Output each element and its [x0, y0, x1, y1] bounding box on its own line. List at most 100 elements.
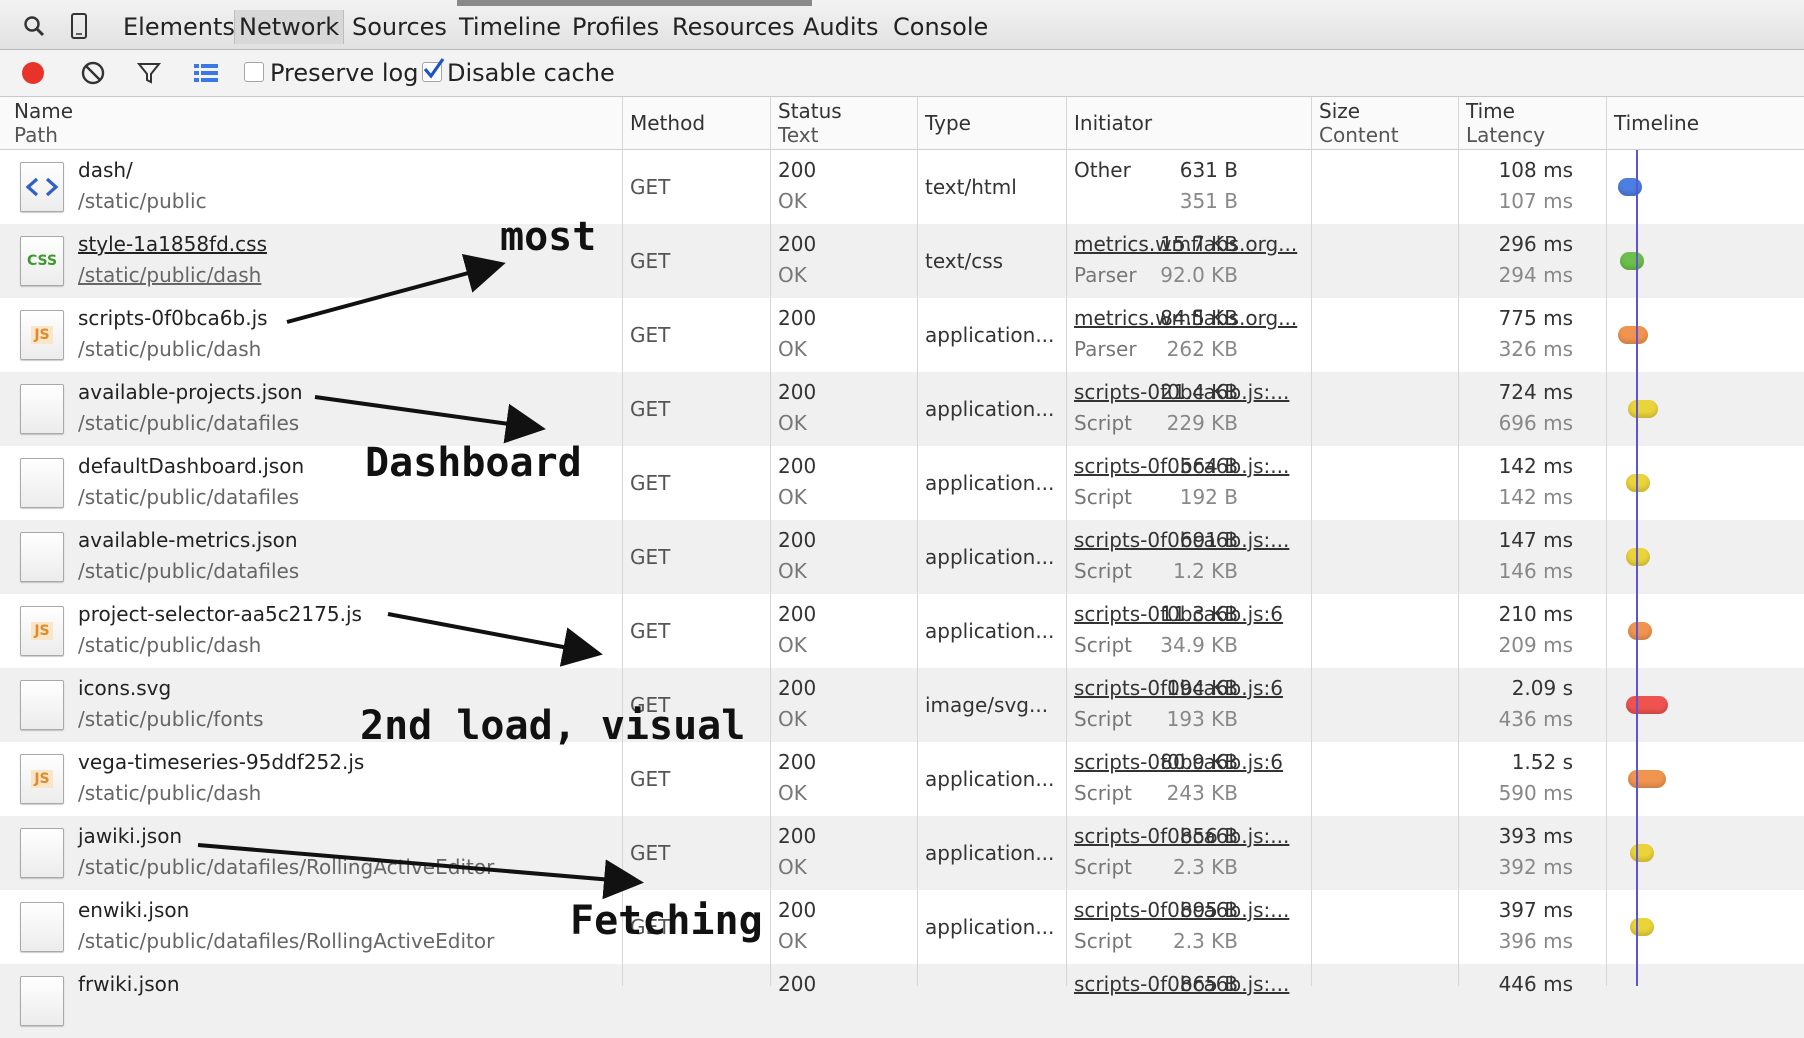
table-row[interactable]: icons.svg/static/public/fonts GET 200 OK ima… [0, 668, 1804, 742]
table-row[interactable]: dash/ /static/public GET 200 OK text/html Othe… [0, 150, 1804, 224]
column-divider[interactable] [1311, 97, 1312, 986]
request-latency: 326 ms [1498, 337, 1573, 361]
request-status-text: OK [778, 781, 807, 805]
table-row[interactable]: JS scripts-0f0bca6b.js/static/public/dash… [0, 298, 1804, 372]
table-row[interactable]: CSS style-1a1858fd.css/static/public/dash… [0, 224, 1804, 298]
record-button[interactable] [18, 58, 48, 88]
request-content-size: 34.9 KB [1160, 633, 1238, 657]
column-header-status[interactable]: Status Text [770, 97, 917, 150]
request-name[interactable]: available-metrics.json [78, 528, 298, 552]
timeline-bar[interactable] [1626, 696, 1668, 714]
search-icon[interactable] [20, 12, 48, 40]
table-row[interactable]: defaultDashboard.json/static/public/data… [0, 446, 1804, 520]
timeline-bar[interactable] [1628, 622, 1652, 640]
table-row[interactable]: JS vega-timeseries-95ddf252.js/static/pub… [0, 742, 1804, 816]
request-status-text: OK [778, 411, 807, 435]
request-latency: 696 ms [1498, 411, 1573, 435]
table-row[interactable]: JS project-selector-aa5c2175.js/static/pu… [0, 594, 1804, 668]
annotation-most: most [500, 214, 597, 260]
column-divider[interactable] [770, 97, 771, 986]
column-header-type[interactable]: Type [917, 97, 1066, 150]
request-latency: 146 ms [1498, 559, 1573, 583]
request-status-text: OK [778, 263, 807, 287]
request-initiator-type: Script [1074, 485, 1133, 509]
request-name[interactable]: project-selector-aa5c2175.js [78, 602, 362, 626]
request-path: /static/public/dash [78, 263, 262, 287]
blank-file-icon [20, 976, 64, 1026]
request-latency: 392 ms [1498, 855, 1573, 879]
tab-timeline[interactable]: Timeline [455, 10, 565, 44]
column-divider[interactable] [1606, 97, 1607, 986]
request-name[interactable]: jawiki.json [78, 824, 182, 848]
table-row[interactable]: available-metrics.json/static/public/dat… [0, 520, 1804, 594]
timeline-bar[interactable] [1626, 548, 1650, 566]
tab-profiles[interactable]: Profiles [568, 10, 663, 44]
column-divider[interactable] [1066, 97, 1067, 986]
request-size: 865 B [1179, 972, 1238, 996]
preserve-log-checkbox[interactable] [244, 62, 264, 82]
disable-cache-checkbox[interactable] [422, 58, 445, 82]
timeline-bar[interactable] [1626, 474, 1650, 492]
timeline-bar[interactable] [1630, 844, 1654, 862]
column-header-name[interactable]: Name Path [6, 97, 623, 150]
header-initiator-label: Initiator [1074, 111, 1153, 135]
request-name[interactable]: icons.svg [78, 676, 171, 700]
tab-resources[interactable]: Resources [668, 10, 799, 44]
device-mode-icon[interactable] [65, 12, 93, 40]
request-name[interactable]: frwiki.json [78, 972, 180, 996]
tab-elements[interactable]: Elements [119, 10, 239, 44]
tab-console[interactable]: Console [889, 10, 992, 44]
column-divider[interactable] [622, 97, 623, 986]
timeline-bar[interactable] [1618, 178, 1642, 196]
request-status-code: 200 [778, 454, 817, 478]
request-time: 397 ms [1498, 898, 1573, 922]
request-name[interactable]: vega-timeseries-95ddf252.js [78, 750, 364, 774]
timeline-bar[interactable] [1618, 326, 1648, 344]
table-row[interactable]: frwiki.json 200 scripts-0f0bca6b.js:... 865… [0, 964, 1804, 1038]
request-latency: 209 ms [1498, 633, 1573, 657]
column-divider[interactable] [917, 97, 918, 986]
js-file-icon: JS [20, 754, 64, 804]
tab-network[interactable]: Network [234, 10, 345, 44]
request-method: GET [630, 545, 671, 569]
column-header-time[interactable]: Time Latency [1458, 97, 1606, 150]
request-name[interactable]: available-projects.json [78, 380, 303, 404]
request-size: 15.7 KB [1160, 232, 1238, 256]
blank-file-icon [20, 902, 64, 952]
request-name[interactable]: defaultDashboard.json [78, 454, 304, 478]
column-header-size[interactable]: Size Content [1311, 97, 1458, 150]
timeline-bar[interactable] [1628, 770, 1666, 788]
request-name[interactable]: dash/ [78, 158, 133, 182]
request-status-text: OK [778, 337, 807, 361]
request-type: application... [925, 619, 1055, 643]
clear-icon[interactable] [78, 58, 108, 88]
header-timeline-label: Timeline [1614, 111, 1700, 135]
timeline-bar[interactable] [1628, 400, 1658, 418]
tab-sources[interactable]: Sources [348, 10, 451, 44]
column-header-timeline[interactable]: Timeline [1606, 97, 1804, 150]
column-header-method[interactable]: Method [622, 97, 770, 150]
request-name[interactable]: scripts-0f0bca6b.js [78, 306, 268, 330]
request-name[interactable]: style-1a1858fd.css [78, 232, 267, 256]
list-view-icon[interactable] [191, 58, 221, 88]
request-time: 446 ms [1498, 972, 1573, 996]
filter-icon[interactable] [134, 58, 164, 88]
request-size: 691 B [1179, 528, 1238, 552]
request-status-text: OK [778, 855, 807, 879]
table-row[interactable]: enwiki.json/static/public/datafiles/Roll… [0, 890, 1804, 964]
table-row[interactable]: available-projects.json/static/public/da… [0, 372, 1804, 446]
column-divider[interactable] [1458, 97, 1459, 986]
table-row[interactable]: jawiki.json/static/public/datafiles/Roll… [0, 816, 1804, 890]
column-header-initiator[interactable]: Initiator [1066, 97, 1311, 150]
timeline-bar[interactable] [1620, 252, 1644, 270]
js-file-icon: JS [20, 310, 64, 360]
request-name[interactable]: enwiki.json [78, 898, 189, 922]
request-type: application... [925, 323, 1055, 347]
request-path: /static/public/datafiles [78, 559, 300, 583]
timeline-bar[interactable] [1630, 918, 1654, 936]
tab-audits[interactable]: Audits [799, 10, 882, 44]
request-latency: 590 ms [1498, 781, 1573, 805]
checkmark-icon [423, 58, 445, 79]
request-time: 724 ms [1498, 380, 1573, 404]
request-content-size: 229 KB [1166, 411, 1238, 435]
